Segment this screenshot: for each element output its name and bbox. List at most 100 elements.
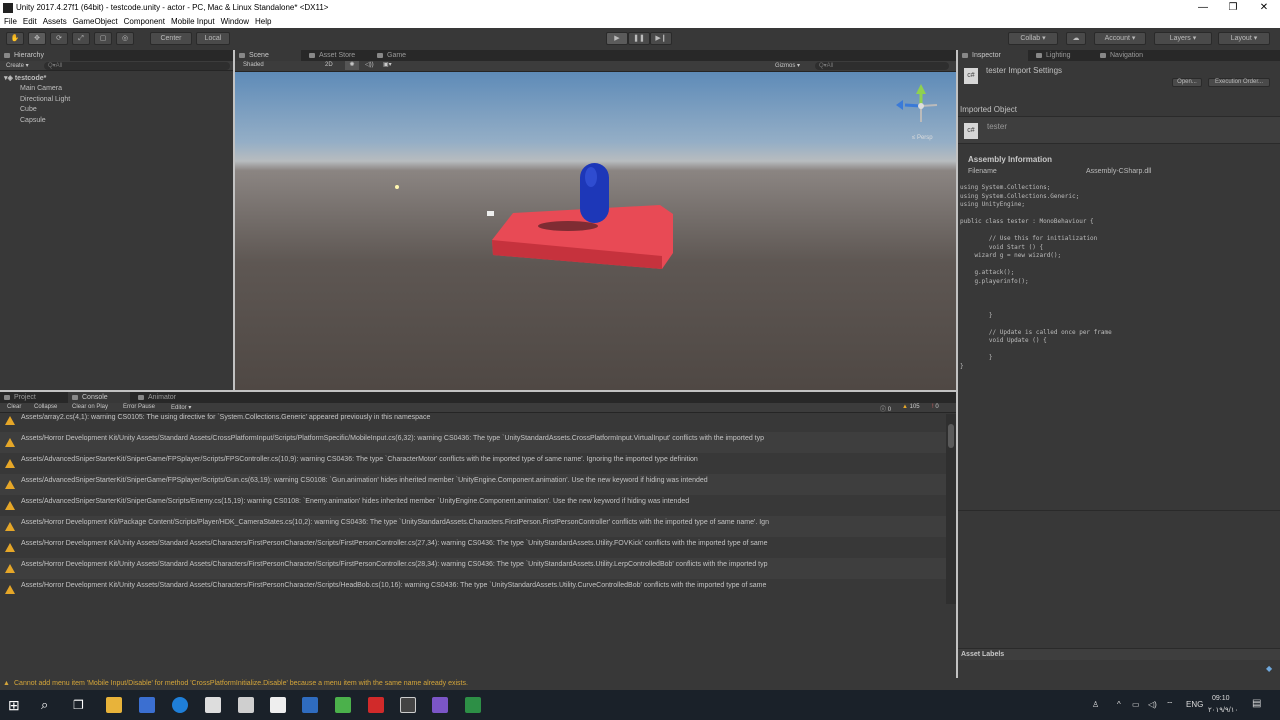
shading-mode-dropdown[interactable]: Shaded	[243, 62, 264, 68]
scale-tool-button[interactable]: ⤢	[72, 32, 90, 45]
tray-chevron-icon[interactable]: ^	[1117, 700, 1121, 709]
file-explorer-icon[interactable]	[106, 697, 122, 713]
console-scroll-thumb[interactable]	[948, 424, 954, 448]
tab-navigation[interactable]: Navigation	[1096, 50, 1168, 61]
camera-app-icon[interactable]	[205, 697, 221, 713]
console-log-row[interactable]: Assets/AdvancedSniperStarterKit/SniperGa…	[0, 474, 946, 495]
scene-root-item[interactable]: ▾◈ testcode*	[4, 74, 46, 82]
mail-icon[interactable]	[270, 697, 286, 713]
warning-count-toggle[interactable]: ▲ 105	[902, 404, 920, 410]
message-count-toggle[interactable]: ! 0	[932, 404, 939, 410]
pivot-center-button[interactable]: Center	[150, 32, 192, 45]
scene-search-input[interactable]: Q▾All	[815, 62, 949, 70]
cloud-icon[interactable]: ☁	[1066, 32, 1086, 45]
menu-edit[interactable]: Edit	[19, 16, 39, 26]
editor-dropdown[interactable]: Editor ▾	[171, 404, 191, 411]
camtasia-icon[interactable]	[335, 697, 351, 713]
clear-on-play-button[interactable]: Clear on Play	[72, 404, 108, 410]
tag-icon[interactable]: ◆	[1266, 664, 1272, 673]
console-log-row[interactable]: Assets/AdvancedSniperStarterKit/SniperGa…	[0, 453, 946, 474]
minimize-button[interactable]: —	[1188, 0, 1218, 16]
error-pause-button[interactable]: Error Pause	[123, 404, 155, 410]
battery-icon[interactable]: ▭	[1132, 700, 1140, 709]
tab-console[interactable]: Console	[68, 392, 130, 403]
console-log-row[interactable]: Assets/AdvancedSniperStarterKit/SniperGa…	[0, 495, 946, 516]
acrobat-icon[interactable]	[368, 697, 384, 713]
layers-dropdown[interactable]: Layers ▾	[1154, 32, 1212, 45]
menu-assets[interactable]: Assets	[39, 16, 69, 26]
console-log-row[interactable]: Assets/Horror Development Kit/Unity Asse…	[0, 537, 946, 558]
windows-start-icon[interactable]: ⊞	[8, 697, 20, 714]
rect-tool-button[interactable]: ▢	[94, 32, 112, 45]
console-log-row[interactable]: Assets/Horror Development Kit/Unity Asse…	[0, 432, 946, 453]
2d-toggle[interactable]: 2D	[325, 62, 333, 68]
unity-taskbar-icon[interactable]	[400, 697, 416, 713]
visual-studio-icon[interactable]	[432, 697, 448, 713]
layout-dropdown[interactable]: Layout ▾	[1218, 32, 1270, 45]
pause-button[interactable]: ❚❚	[628, 32, 650, 45]
camera-gizmo-icon[interactable]	[487, 211, 494, 216]
tab-project[interactable]: Project	[0, 392, 60, 403]
collapse-button[interactable]: Collapse	[34, 404, 57, 410]
account-dropdown[interactable]: Account ▾	[1094, 32, 1146, 45]
hierarchy-item-cube[interactable]: Cube	[20, 106, 37, 113]
hierarchy-item-main-camera[interactable]: Main Camera	[20, 85, 62, 92]
search-icon[interactable]: ⌕	[41, 697, 48, 713]
menu-window[interactable]: Window	[217, 16, 251, 26]
clock-date[interactable]: ۲۰۱۹/۹/۱۰	[1208, 706, 1238, 714]
effects-toggle-icon[interactable]: ▣▾	[383, 61, 392, 68]
calculator-icon[interactable]	[238, 697, 254, 713]
menu-help[interactable]: Help	[251, 16, 273, 26]
console-log-row[interactable]: Assets/Horror Development Kit/Unity Asse…	[0, 579, 946, 600]
menu-gameobject[interactable]: GameObject	[69, 16, 120, 26]
menu-mobile-input[interactable]: Mobile Input	[167, 16, 217, 26]
volume-icon[interactable]: ◁)	[1148, 700, 1157, 709]
console-log-row[interactable]: Assets/Horror Development Kit/Unity Asse…	[0, 558, 946, 579]
lighting-toggle-icon[interactable]: ✺	[345, 61, 359, 70]
console-log-row[interactable]: Assets/array2.cs(4,1): warning CS0105: T…	[0, 411, 946, 432]
move-tool-button[interactable]: ✥	[28, 32, 46, 45]
tab-hierarchy[interactable]: Hierarchy	[0, 50, 70, 61]
tab-scene[interactable]: Scene	[235, 50, 301, 61]
store-icon[interactable]	[139, 697, 155, 713]
status-bar[interactable]: ▲ Cannot add menu item 'Mobile Input/Dis…	[0, 678, 1280, 690]
network-icon[interactable]: ⌔	[1166, 700, 1174, 710]
play-button[interactable]: ▶	[606, 32, 628, 45]
hierarchy-item-capsule[interactable]: Capsule	[20, 117, 46, 124]
hand-tool-button[interactable]: ✋	[6, 32, 24, 45]
task-view-icon[interactable]: ❐	[73, 698, 84, 712]
console-log-row[interactable]: Assets/Horror Development Kit/Package Co…	[0, 516, 946, 537]
create-dropdown[interactable]: Create ▾	[6, 62, 29, 69]
open-button[interactable]: Open...	[1172, 78, 1202, 87]
menu-component[interactable]: Component	[120, 16, 167, 26]
hierarchy-item-directional-light[interactable]: Directional Light	[20, 96, 70, 103]
console-log-list[interactable]: Assets/array2.cs(4,1): warning CS0105: T…	[0, 414, 946, 604]
tab-inspector[interactable]: Inspector	[958, 50, 1028, 61]
tab-game[interactable]: Game	[373, 50, 423, 61]
tab-animator[interactable]: Animator	[134, 392, 198, 403]
tab-lighting[interactable]: Lighting	[1032, 50, 1094, 61]
execution-order-button[interactable]: Execution Order...	[1208, 78, 1270, 87]
clock-time[interactable]: 09:10	[1212, 695, 1230, 702]
tab-asset-store[interactable]: Asset Store	[305, 50, 371, 61]
green-app-icon[interactable]	[465, 697, 481, 713]
hierarchy-search-input[interactable]: Q▾All	[44, 62, 230, 70]
notifications-icon[interactable]: ▤	[1252, 698, 1261, 709]
pivot-local-button[interactable]: Local	[196, 32, 230, 45]
collab-dropdown[interactable]: Collab ▾	[1008, 32, 1058, 45]
menu-file[interactable]: File	[0, 16, 19, 26]
scene-viewport[interactable]: ≤ Persp	[235, 72, 956, 390]
transform-tool-button[interactable]: ◎	[116, 32, 134, 45]
light-gizmo-icon[interactable]	[395, 185, 399, 189]
step-button[interactable]: ▶❙	[650, 32, 672, 45]
language-indicator[interactable]: ENG	[1186, 700, 1203, 709]
outlook-icon[interactable]	[302, 697, 318, 713]
clear-button[interactable]: Clear	[7, 404, 21, 410]
gizmos-dropdown[interactable]: Gizmos ▾	[775, 62, 800, 69]
audio-toggle-icon[interactable]: ◁))	[365, 61, 374, 68]
scene-orientation-gizmo[interactable]	[896, 84, 938, 122]
edge-browser-icon[interactable]	[172, 697, 188, 713]
rotate-tool-button[interactable]: ⟳	[50, 32, 68, 45]
people-icon[interactable]: ♙	[1092, 700, 1099, 709]
maximize-button[interactable]: ❐	[1218, 0, 1248, 16]
